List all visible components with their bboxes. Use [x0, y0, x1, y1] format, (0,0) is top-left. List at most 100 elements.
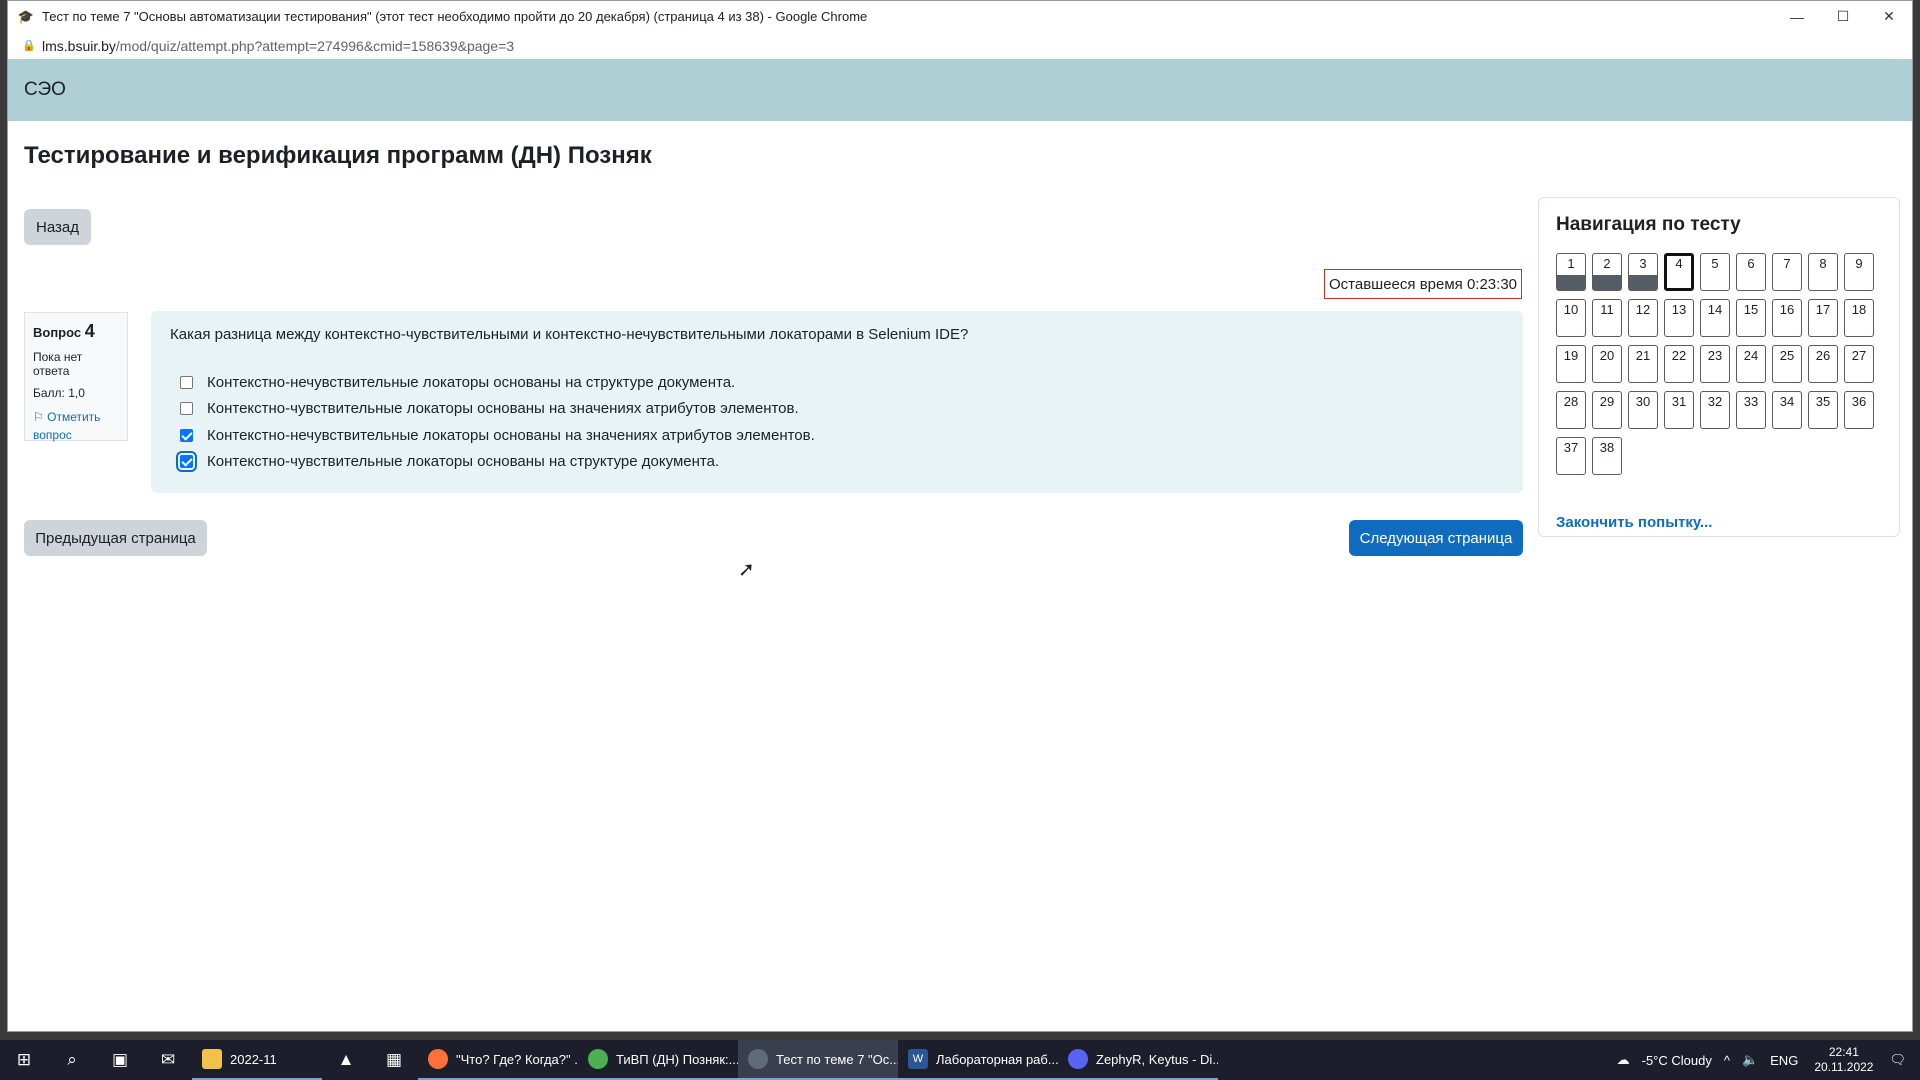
quiz-nav-question-3[interactable]: 3	[1628, 253, 1658, 291]
clock[interactable]: 22:41 20.11.2022	[1814, 1045, 1873, 1075]
question-state: Пока нет ответа	[33, 350, 83, 378]
quiz-nav-question-10[interactable]: 10	[1556, 299, 1586, 337]
answer-option[interactable]: Контекстно-нечувствительные локаторы осн…	[170, 422, 1504, 449]
answer-label[interactable]: Контекстно-нечувствительные локаторы осн…	[207, 427, 815, 444]
quiz-nav-question-24[interactable]: 24	[1736, 345, 1766, 383]
timer-label: Оставшееся время	[1329, 275, 1463, 293]
chevron-up-icon[interactable]: ^	[1724, 1053, 1730, 1068]
quiz-nav-question-38[interactable]: 38	[1592, 437, 1622, 475]
firefox-icon	[428, 1049, 448, 1069]
quiz-nav-question-20[interactable]: 20	[1592, 345, 1622, 383]
quiz-nav-question-11[interactable]: 11	[1592, 299, 1622, 337]
address-bar[interactable]: 🔒 lms.bsuir.by /mod/quiz/attempt.php?att…	[8, 32, 1912, 60]
quiz-nav-question-12[interactable]: 12	[1628, 299, 1658, 337]
answer-checkbox[interactable]	[180, 375, 193, 389]
search-icon[interactable]: ⌕	[48, 1040, 96, 1080]
quiz-nav-question-33[interactable]: 33	[1736, 391, 1766, 429]
language-indicator[interactable]: ENG	[1770, 1053, 1798, 1068]
answer-label[interactable]: Контекстно-нечувствительные локаторы осн…	[207, 374, 735, 391]
finish-attempt-link[interactable]: Закончить попытку...	[1556, 514, 1712, 531]
quiz-nav-question-1[interactable]: 1	[1556, 253, 1586, 291]
quiz-nav-question-34[interactable]: 34	[1772, 391, 1802, 429]
quiz-nav-question-4[interactable]: 4	[1664, 253, 1694, 291]
taskbar-item-label: ZephyR, Keytus - Di...	[1096, 1051, 1218, 1067]
url-path: /mod/quiz/attempt.php?attempt=274996&cmi…	[115, 37, 515, 54]
quiz-nav-question-27[interactable]: 27	[1844, 345, 1874, 383]
answer-checkbox[interactable]	[180, 428, 193, 442]
answer-option[interactable]: Контекстно-нечувствительные локаторы осн…	[170, 369, 1504, 396]
quiz-nav-question-29[interactable]: 29	[1592, 391, 1622, 429]
window-title: Тест по теме 7 "Основы автоматизации тес…	[42, 9, 868, 24]
minimize-button[interactable]: —	[1774, 1, 1820, 32]
page-title: Тестирование и верификация программ (ДН)…	[24, 142, 652, 169]
windows-taskbar: ⊞ ⌕ ▣ ✉ 2022-11 ▲ ▦ "Что? Где? Когда?" .…	[0, 1040, 1920, 1080]
task-view-icon[interactable]: ▣	[96, 1040, 144, 1080]
taskbar-item-discord[interactable]: ZephyR, Keytus - Di...	[1058, 1040, 1218, 1080]
quiz-nav-question-21[interactable]: 21	[1628, 345, 1658, 383]
quiz-nav-question-32[interactable]: 32	[1700, 391, 1730, 429]
quiz-nav-question-17[interactable]: 17	[1808, 299, 1838, 337]
flag-question-link[interactable]: ⚐ Отметить вопрос	[33, 408, 119, 444]
back-button[interactable]: Назад	[24, 209, 91, 245]
answer-checkbox[interactable]	[180, 402, 193, 416]
question-number-value: 4	[84, 321, 95, 341]
quiz-nav-question-15[interactable]: 15	[1736, 299, 1766, 337]
taskbar-item-label: 2022-11	[230, 1051, 277, 1067]
clock-date: 20.11.2022	[1814, 1060, 1874, 1074]
answer-label[interactable]: Контекстно-чувствительные локаторы основ…	[207, 400, 799, 417]
answer-option[interactable]: Контекстно-чувствительные локаторы основ…	[170, 449, 1504, 476]
autodesk-icon[interactable]: ▲	[322, 1040, 370, 1080]
quiz-nav-question-28[interactable]: 28	[1556, 391, 1586, 429]
next-page-button[interactable]: Следующая страница	[1349, 520, 1523, 556]
quiz-timer: Оставшееся время 0:23:30	[1324, 269, 1522, 299]
taskbar-item-chrome-2[interactable]: Тест по теме 7 "Ос...	[738, 1040, 898, 1080]
quiz-nav-question-13[interactable]: 13	[1664, 299, 1694, 337]
answer-option[interactable]: Контекстно-чувствительные локаторы основ…	[170, 396, 1504, 423]
quiz-nav-question-37[interactable]: 37	[1556, 437, 1586, 475]
quiz-nav-question-7[interactable]: 7	[1772, 253, 1802, 291]
windows-start-icon[interactable]: ⊞	[0, 1040, 48, 1080]
quiz-nav-question-26[interactable]: 26	[1808, 345, 1838, 383]
word-icon: W	[908, 1049, 928, 1069]
notification-icon[interactable]: 🗨	[1889, 1052, 1906, 1068]
taskbar-item-folder[interactable]: 2022-11	[192, 1040, 322, 1080]
quiz-nav-question-14[interactable]: 14	[1700, 299, 1730, 337]
quiz-nav-question-25[interactable]: 25	[1772, 345, 1802, 383]
quiz-nav-question-36[interactable]: 36	[1844, 391, 1874, 429]
quiz-nav-question-5[interactable]: 5	[1700, 253, 1730, 291]
taskbar-item-label: ТиВП (ДН) Позняк:...	[616, 1051, 738, 1067]
mail-icon[interactable]: ✉	[144, 1040, 192, 1080]
taskbar-item-firefox[interactable]: "Что? Где? Когда?" ...	[418, 1040, 578, 1080]
flag-label-2: вопрос	[33, 428, 72, 442]
speaker-icon[interactable]: 🔈	[1742, 1052, 1758, 1068]
close-button[interactable]: ✕	[1866, 1, 1912, 32]
browser-window: 🎓 Тест по теме 7 "Основы автоматизации т…	[7, 0, 1913, 1032]
quiz-nav-question-30[interactable]: 30	[1628, 391, 1658, 429]
question-number: Вопрос 4	[33, 321, 119, 342]
quiz-nav-question-2[interactable]: 2	[1592, 253, 1622, 291]
previous-page-button[interactable]: Предыдущая страница	[24, 520, 207, 556]
quiz-nav-question-9[interactable]: 9	[1844, 253, 1874, 291]
quiz-nav-question-35[interactable]: 35	[1808, 391, 1838, 429]
quiz-nav-question-8[interactable]: 8	[1808, 253, 1838, 291]
site-brand[interactable]: СЭО	[24, 79, 66, 101]
taskbar-item-word[interactable]: W Лабораторная раб...	[898, 1040, 1058, 1080]
quiz-nav-question-18[interactable]: 18	[1844, 299, 1874, 337]
weather-text[interactable]: -5°C Cloudy	[1642, 1053, 1712, 1068]
window-titlebar[interactable]: 🎓 Тест по теме 7 "Основы автоматизации т…	[8, 1, 1912, 32]
moodle-cap-icon: 🎓	[17, 8, 35, 24]
maximize-button[interactable]: ☐	[1820, 1, 1866, 32]
answer-label[interactable]: Контекстно-чувствительные локаторы основ…	[207, 453, 719, 470]
quiz-nav-question-22[interactable]: 22	[1664, 345, 1694, 383]
taskbar-item-chrome-1[interactable]: ТиВП (ДН) Позняк:...	[578, 1040, 738, 1080]
quiz-nav-question-19[interactable]: 19	[1556, 345, 1586, 383]
clock-time: 22:41	[1828, 1045, 1859, 1059]
quiz-navigation-block: Навигация по тесту 1 2 3 4 5 6 7 8 9 10 11 12 13 14 15…	[1538, 197, 1900, 537]
quiz-nav-question-23[interactable]: 23	[1700, 345, 1730, 383]
quiz-nav-question-31[interactable]: 31	[1664, 391, 1694, 429]
quiz-nav-question-16[interactable]: 16	[1772, 299, 1802, 337]
quiz-nav-question-6[interactable]: 6	[1736, 253, 1766, 291]
spreadsheet-icon[interactable]: ▦	[370, 1040, 418, 1080]
question-label: Вопрос	[33, 325, 82, 340]
answer-checkbox[interactable]	[176, 451, 197, 473]
